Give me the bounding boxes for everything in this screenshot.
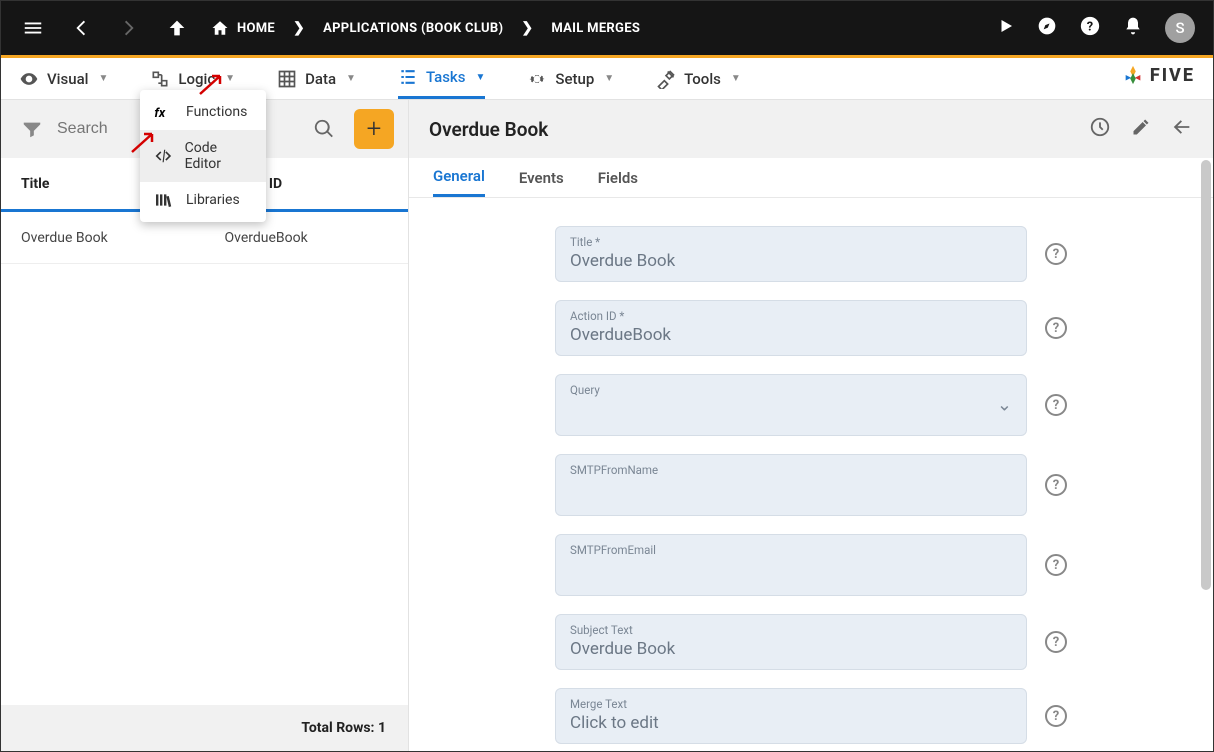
play-icon[interactable] <box>997 17 1015 39</box>
edit-icon[interactable] <box>1131 117 1151 141</box>
crumb-applications[interactable]: APPLICATIONS (BOOK CLUB) <box>323 21 503 36</box>
breadcrumb: HOME ❯ APPLICATIONS (BOOK CLUB) ❯ MAIL M… <box>211 19 640 37</box>
logic-dropdown: fx Functions Code Editor Libraries <box>140 90 266 222</box>
title-field[interactable]: Title * Overdue Book <box>555 226 1027 282</box>
explore-icon[interactable] <box>1037 16 1057 40</box>
filter-icon[interactable] <box>15 112 49 146</box>
tab-data[interactable]: Data▼ <box>277 58 356 99</box>
back-arrow-icon[interactable] <box>1171 116 1193 142</box>
history-icon[interactable] <box>1089 116 1111 142</box>
action-id-field[interactable]: Action ID * OverdueBook <box>555 300 1027 356</box>
avatar[interactable]: S <box>1165 13 1195 43</box>
svg-text:fx: fx <box>154 106 165 120</box>
add-button[interactable]: + <box>354 109 394 149</box>
query-field[interactable]: Query ⌄ <box>555 374 1027 436</box>
help-icon[interactable]: ? <box>1045 394 1067 416</box>
chevron-right-icon: ❯ <box>521 20 533 36</box>
subtab-fields[interactable]: Fields <box>598 158 638 197</box>
help-icon[interactable]: ? <box>1045 554 1067 576</box>
list-footer: Total Rows: 1 <box>1 705 408 751</box>
up-icon[interactable] <box>163 14 191 42</box>
merge-text-field[interactable]: Merge Text Click to edit <box>555 688 1027 744</box>
help-icon[interactable]: ? <box>1045 631 1067 653</box>
tab-visual[interactable]: Visual▼ <box>19 58 108 99</box>
scrollbar[interactable] <box>1201 160 1211 590</box>
svg-text:?: ? <box>1087 20 1093 35</box>
search-icon[interactable] <box>304 109 344 149</box>
back-icon[interactable] <box>67 14 95 42</box>
crumb-home[interactable]: HOME <box>211 19 275 37</box>
chevron-down-icon: ⌄ <box>997 395 1012 416</box>
subject-text-field[interactable]: Subject Text Overdue Book <box>555 614 1027 670</box>
subtab-general[interactable]: General <box>433 158 485 197</box>
menu-functions[interactable]: fx Functions <box>140 94 266 130</box>
subtab-events[interactable]: Events <box>519 158 564 197</box>
help-icon[interactable]: ? <box>1045 317 1067 339</box>
chevron-right-icon: ❯ <box>293 20 305 36</box>
smtp-from-email-field[interactable]: SMTPFromEmail <box>555 534 1027 596</box>
menu-icon[interactable] <box>19 14 47 42</box>
forward-icon <box>115 14 143 42</box>
app-bar: HOME ❯ APPLICATIONS (BOOK CLUB) ❯ MAIL M… <box>1 1 1213 55</box>
help-icon[interactable]: ? <box>1045 705 1067 727</box>
menu-libraries[interactable]: Libraries <box>140 182 266 218</box>
annotation-arrow <box>130 130 160 154</box>
crumb-mail-merges[interactable]: MAIL MERGES <box>551 21 640 36</box>
logo: FIVE <box>1122 64 1195 86</box>
tab-tools[interactable]: Tools▼ <box>656 58 741 99</box>
page-title: Overdue Book <box>429 118 548 141</box>
help-icon[interactable]: ? <box>1079 15 1101 41</box>
smtp-from-name-field[interactable]: SMTPFromName <box>555 454 1027 516</box>
help-icon[interactable]: ? <box>1045 474 1067 496</box>
help-icon[interactable]: ? <box>1045 243 1067 265</box>
detail-panel: Overdue Book General Events Fields Title… <box>409 100 1213 751</box>
bell-icon[interactable] <box>1123 16 1143 40</box>
annotation-arrow <box>198 72 228 96</box>
tab-setup[interactable]: Setup▼ <box>527 58 614 99</box>
tab-tasks[interactable]: Tasks▼ <box>398 58 485 99</box>
